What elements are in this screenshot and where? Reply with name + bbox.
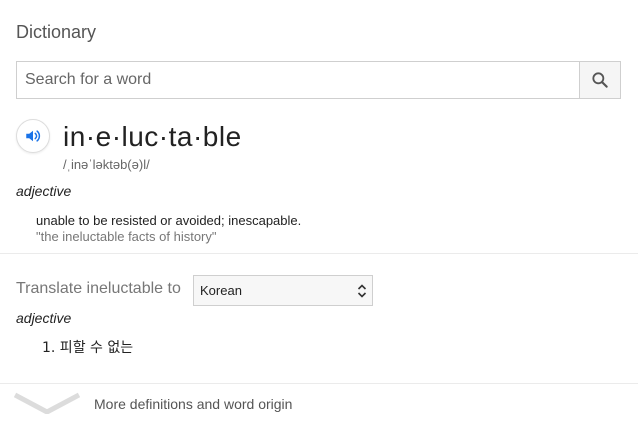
pronunciation-audio-button[interactable] <box>16 119 50 153</box>
definition-text: unable to be resisted or avoided; inesca… <box>36 213 302 228</box>
section-divider <box>0 253 638 254</box>
search-button[interactable] <box>579 62 620 98</box>
dictionary-title: Dictionary <box>16 22 97 42</box>
more-definitions-link[interactable]: More definitions and word origin <box>94 396 292 412</box>
search-input[interactable] <box>17 62 579 98</box>
phonetic-spelling: /ˌinəˈləktəb(ə)l/ <box>63 157 150 172</box>
translation-part-of-speech: adjective <box>16 310 72 326</box>
search-icon <box>592 72 608 88</box>
usage-example: "the ineluctable facts of history" <box>36 229 217 244</box>
translate-label: Translate ineluctable to <box>16 280 181 297</box>
part-of-speech: adjective <box>16 183 72 199</box>
language-select[interactable]: Korean <box>193 275 373 306</box>
dictionary-card: Dictionary in·e·luc·ta·ble /ˌinəˈləktəb(… <box>0 0 638 424</box>
footer-divider <box>0 383 638 384</box>
speaker-icon <box>26 130 41 142</box>
headword: in·e·luc·ta·ble <box>63 121 242 152</box>
translation-result: 1. 피할 수 없는 <box>42 340 134 356</box>
language-select-value: Korean <box>200 283 242 298</box>
select-arrows-icon <box>357 284 367 298</box>
chevron-down-icon[interactable] <box>14 392 80 414</box>
search-bar <box>16 61 621 99</box>
